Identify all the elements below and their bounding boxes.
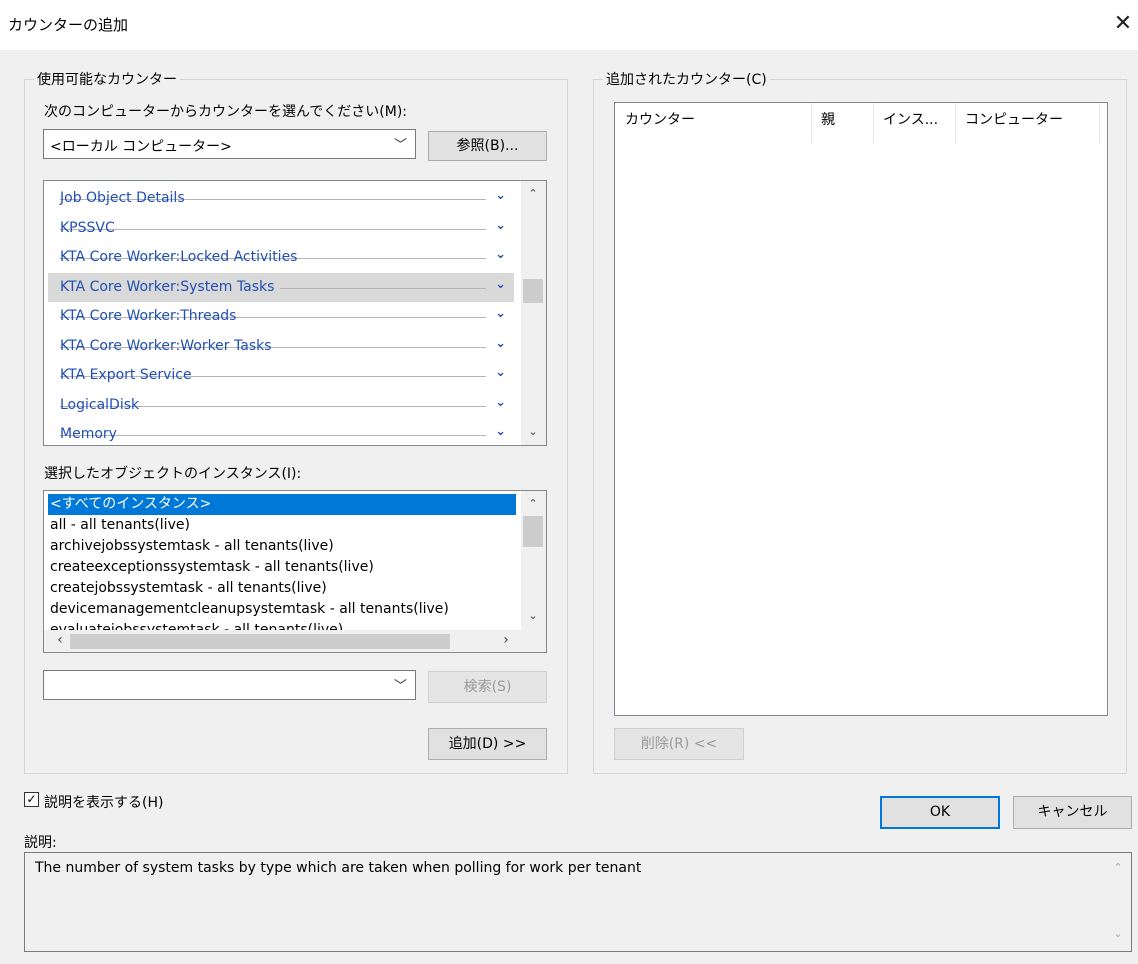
object-list-item-label: LogicalDisk xyxy=(60,396,140,413)
object-list-item[interactable]: Memory ⌄ xyxy=(48,420,514,445)
scroll-up-icon[interactable]: ⌃ xyxy=(523,497,543,510)
column-header-counter[interactable]: カウンター xyxy=(625,109,695,129)
remove-button[interactable]: 削除(R) << xyxy=(614,728,744,760)
object-list-item[interactable]: KTA Export Service ⌄ xyxy=(48,361,514,390)
scroll-down-icon[interactable]: ⌄ xyxy=(523,609,543,622)
scroll-thumb[interactable] xyxy=(523,279,543,303)
scroll-up-icon[interactable]: ⌃ xyxy=(523,187,543,200)
column-separator[interactable] xyxy=(955,103,956,143)
column-header-instance[interactable]: インス... xyxy=(883,109,938,129)
add-button[interactable]: 追加(D) >> xyxy=(428,728,547,760)
object-list-item[interactable]: KTA Core Worker:Worker Tasks ⌄ xyxy=(48,332,514,361)
added-counters-label: 追加されたカウンター(C) xyxy=(603,69,770,89)
object-list-item[interactable]: KTA Core Worker:Locked Activities ⌄ xyxy=(48,243,514,272)
instances-label: 選択したオブジェクトのインスタンス(I): xyxy=(44,466,302,482)
expand-chevron-icon[interactable]: ⌄ xyxy=(495,424,506,439)
instance-list-item[interactable]: <すべてのインスタンス> xyxy=(48,494,516,515)
object-list-item-label: KTA Core Worker:Worker Tasks xyxy=(60,337,272,354)
expand-chevron-icon[interactable]: ⌄ xyxy=(495,365,506,380)
scroll-right-icon[interactable]: › xyxy=(496,632,516,648)
column-header-parent[interactable]: 親 xyxy=(821,109,835,129)
object-list-item-label: KPSSVC xyxy=(60,219,115,236)
show-description-label: 説明を表示する(H) xyxy=(44,795,164,811)
object-list-item[interactable]: KTA Core Worker:Threads ⌄ xyxy=(48,302,514,331)
object-list-scrollbar[interactable]: ⌃ ⌄ xyxy=(521,181,546,445)
object-list-item-label: Memory xyxy=(60,426,117,442)
item-divider-line xyxy=(60,228,486,230)
expand-chevron-icon[interactable]: ⌄ xyxy=(495,336,506,351)
instances-hscrollbar[interactable]: ‹ › xyxy=(44,630,546,652)
available-counters-label: 使用可能なカウンター xyxy=(34,69,180,89)
object-list-item-label: KTA Export Service xyxy=(60,367,192,383)
item-divider-line xyxy=(60,435,486,436)
instance-list-item[interactable]: devicemanagementcleanupsystemtask - all … xyxy=(48,599,516,620)
title-bar xyxy=(0,0,1138,50)
expand-chevron-icon[interactable]: ⌄ xyxy=(495,306,506,321)
performance-object-list[interactable]: Job Object Details ⌄ KPSSVC ⌄ KTA Core Worke… xyxy=(43,180,547,446)
computer-select[interactable]: <ローカル コンピューター> ﹀ xyxy=(43,129,416,159)
computer-select-value: <ローカル コンピューター> xyxy=(50,139,232,155)
object-list-item[interactable]: KPSSVC ⌄ xyxy=(48,214,514,243)
object-list-item-label: KTA Core Worker:Locked Activities xyxy=(60,249,298,265)
column-separator[interactable] xyxy=(811,103,812,143)
object-list-item-label: KTA Core Worker:System Tasks xyxy=(60,278,281,295)
instances-vscrollbar[interactable]: ⌃ ⌄ xyxy=(521,491,546,630)
object-list-item[interactable]: Job Object Details ⌄ xyxy=(48,184,514,213)
added-counters-list[interactable]: カウンター 親 インス... コンピューター xyxy=(614,102,1108,716)
scroll-left-icon[interactable]: ‹ xyxy=(50,632,70,648)
instance-list-item[interactable]: createjobssystemtask - all tenants(live) xyxy=(48,578,516,599)
column-header-computer[interactable]: コンピューター xyxy=(965,109,1063,129)
instance-list-item[interactable]: archivejobssystemtask - all tenants(live… xyxy=(48,536,516,557)
object-list-item-label: Job Object Details xyxy=(60,190,185,206)
search-input[interactable]: ﹀ xyxy=(43,670,416,700)
expand-chevron-icon[interactable]: ⌄ xyxy=(495,188,506,203)
computer-select-label: 次のコンピューターからカウンターを選んでください(M): xyxy=(44,104,408,120)
object-list-item[interactable]: LogicalDisk ⌄ xyxy=(48,391,514,420)
ok-button[interactable]: OK xyxy=(880,796,1000,829)
cancel-button[interactable]: キャンセル xyxy=(1013,796,1132,829)
instances-list[interactable]: <すべてのインスタンス> all - all tenants(live) archi… xyxy=(43,490,547,653)
expand-chevron-icon[interactable]: ⌄ xyxy=(495,277,506,292)
chevron-down-icon: ﹀ xyxy=(393,679,407,694)
scroll-up-icon[interactable]: ⌃ xyxy=(1108,861,1128,874)
window-title: カウンターの追加 xyxy=(8,16,129,34)
expand-chevron-icon[interactable]: ⌄ xyxy=(495,247,506,262)
show-description-checkbox[interactable]: ✓ xyxy=(24,792,39,807)
scroll-down-icon[interactable]: ⌄ xyxy=(1108,927,1128,940)
scroll-down-icon[interactable]: ⌄ xyxy=(523,425,543,438)
description-text: The number of system tasks by type which… xyxy=(35,860,642,876)
description-box[interactable]: The number of system tasks by type which… xyxy=(24,852,1132,952)
checkmark-icon: ✓ xyxy=(26,792,37,806)
hscroll-thumb[interactable] xyxy=(70,634,450,649)
close-icon[interactable]: ✕ xyxy=(1108,8,1138,40)
object-list-item[interactable]: KTA Core Worker:System Tasks ⌄ xyxy=(48,272,514,302)
search-button[interactable]: 検索(S) xyxy=(428,671,547,703)
column-separator[interactable] xyxy=(1099,103,1100,143)
instance-list-item[interactable]: createexceptionssystemtask - all tenants… xyxy=(48,557,516,578)
scroll-thumb[interactable] xyxy=(523,516,543,547)
column-separator[interactable] xyxy=(873,103,874,143)
expand-chevron-icon[interactable]: ⌄ xyxy=(495,395,506,410)
chevron-down-icon: ﹀ xyxy=(393,138,407,153)
browse-button[interactable]: 参照(B)... xyxy=(428,131,547,161)
expand-chevron-icon[interactable]: ⌄ xyxy=(495,218,506,233)
object-list-item-label: KTA Core Worker:Threads xyxy=(60,308,237,324)
description-label: 説明: xyxy=(24,835,57,851)
instance-list-item[interactable]: all - all tenants(live) xyxy=(48,515,516,536)
